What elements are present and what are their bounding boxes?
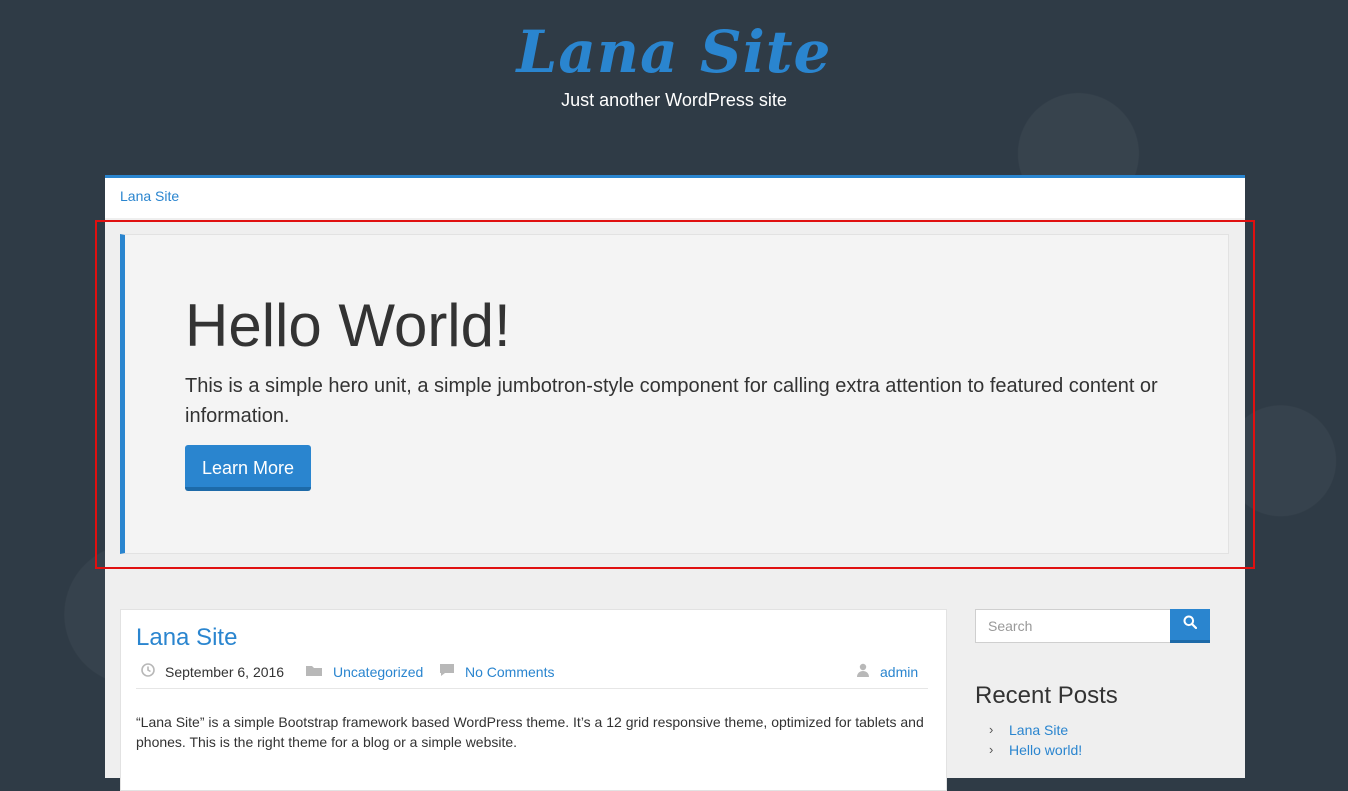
recent-post-link[interactable]: Hello world!: [1009, 740, 1082, 760]
search-button[interactable]: [1170, 609, 1210, 643]
hero-text: This is a simple hero unit, a simple jum…: [185, 375, 1158, 427]
search-input[interactable]: [975, 609, 1171, 643]
recent-posts-title: Recent Posts: [975, 682, 1118, 709]
learn-more-button[interactable]: Learn More: [185, 445, 311, 491]
post-comments-link[interactable]: No Comments: [465, 664, 554, 680]
hero-heading: Hello World!: [185, 292, 511, 359]
hero-jumbotron: Hello World! This is a simple hero unit,…: [120, 234, 1229, 554]
folder-icon: [305, 663, 323, 680]
post-category: Uncategorized: [305, 663, 423, 680]
clock-icon: [141, 663, 155, 680]
post-date-text: September 6, 2016: [165, 663, 285, 680]
comment-icon: [439, 663, 455, 680]
post-date: September 6, 2016: [141, 663, 284, 680]
list-item: › Lana Site: [975, 720, 1082, 740]
post-title-link[interactable]: Lana Site: [136, 624, 237, 652]
user-icon: [856, 663, 870, 680]
post-author-link[interactable]: admin: [880, 664, 918, 680]
post-divider: [136, 688, 928, 689]
recent-post-link[interactable]: Lana Site: [1009, 720, 1068, 740]
chevron-right-icon: ›: [989, 742, 994, 757]
recent-posts-list: › Lana Site › Hello world!: [975, 720, 1082, 760]
navbar: Lana Site: [105, 178, 1245, 218]
chevron-right-icon: ›: [989, 722, 994, 737]
navbar-brand-link[interactable]: Lana Site: [120, 188, 179, 204]
post-comments: No Comments: [439, 663, 554, 680]
post-author: admin: [856, 663, 918, 680]
search-icon: [1183, 615, 1198, 634]
site-tagline: Just another WordPress site: [561, 90, 787, 110]
post-excerpt: “Lana Site” is a simple Bootstrap framew…: [136, 714, 924, 750]
list-item: › Hello world!: [975, 740, 1082, 760]
site-title[interactable]: Lana Site: [0, 18, 1348, 86]
post-category-link[interactable]: Uncategorized: [333, 664, 423, 680]
search-form: [975, 609, 1210, 643]
site-header: Lana Site Just another WordPress site: [0, 0, 1348, 175]
page-container: Lana Site Hello World! This is a simple …: [105, 175, 1245, 791]
post-card: Lana Site September 6, 2016 Uncategorize…: [120, 609, 947, 791]
